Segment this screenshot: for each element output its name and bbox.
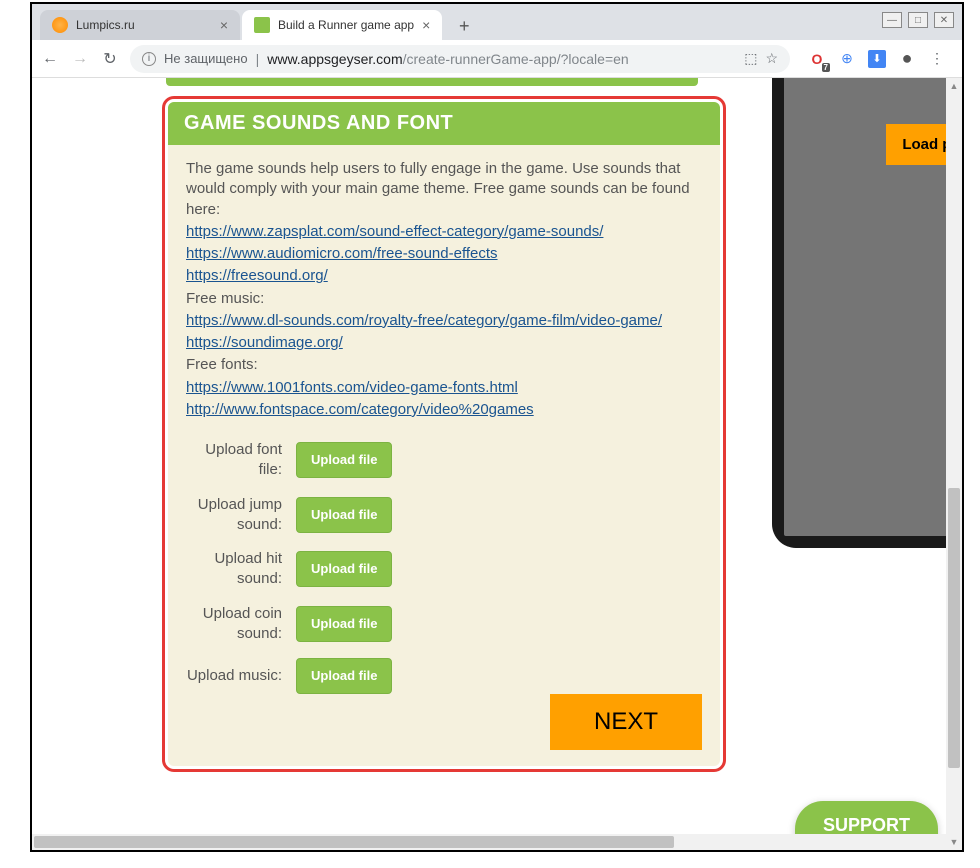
minimize-button[interactable]: —: [882, 12, 902, 28]
favicon-icon: [254, 17, 270, 33]
next-button[interactable]: NEXT: [550, 694, 702, 750]
browser-window: — □ ✕ Lumpics.ru × Build a Runner game a…: [30, 2, 964, 852]
upload-music-label: Upload music:: [186, 666, 296, 686]
hscroll-thumb[interactable]: [34, 836, 674, 848]
close-tab-icon[interactable]: ×: [414, 17, 430, 33]
label-free-music: Free music:: [186, 289, 702, 309]
globe-ext-icon[interactable]: ⊕: [838, 50, 856, 68]
tab-label: Lumpics.ru: [76, 18, 135, 32]
intro-text: The game sounds help users to fully enga…: [186, 159, 702, 220]
upload-coin-label: Upload coin sound:: [186, 604, 296, 645]
bookmark-star-icon[interactable]: ☆: [765, 50, 778, 67]
link-audiomicro[interactable]: https://www.audiomicro.com/free-sound-ef…: [186, 245, 498, 262]
url-field[interactable]: i Не защищено | www.appsgeyser.com/creat…: [130, 45, 790, 73]
maximize-button[interactable]: □: [908, 12, 928, 28]
upload-font-label: Upload font file:: [186, 440, 296, 481]
card-panel: GAME SOUNDS AND FONT The game sounds hel…: [168, 102, 720, 766]
link-fontspace[interactable]: http://www.fontspace.com/category/video%…: [186, 401, 534, 418]
upload-hit-label: Upload hit sound:: [186, 549, 296, 590]
scroll-up-icon[interactable]: ▲: [946, 78, 962, 94]
upload-jump-button[interactable]: Upload file: [296, 497, 392, 533]
upload-music-button[interactable]: Upload file: [296, 658, 392, 694]
link-1001fonts[interactable]: https://www.1001fonts.com/video-game-fon…: [186, 379, 518, 396]
phone-preview-area: Load prev: [762, 78, 962, 588]
page-content: Load prev GAME SOUNDS AND FONT The game …: [32, 78, 962, 850]
tab-appsgeyser[interactable]: Build a Runner game app ×: [242, 10, 442, 40]
upload-jump-label: Upload jump sound:: [186, 495, 296, 536]
close-window-button[interactable]: ✕: [934, 12, 954, 28]
avatar-icon[interactable]: ●: [898, 50, 916, 68]
link-freesound[interactable]: https://freesound.org/: [186, 267, 328, 284]
window-controls: — □ ✕: [882, 12, 954, 28]
card-title: GAME SOUNDS AND FONT: [168, 102, 720, 145]
site-info-icon[interactable]: i: [142, 52, 156, 66]
scroll-thumb[interactable]: [948, 488, 960, 768]
extension-icons: O7 ⊕ ⬇ ● ⋮: [800, 50, 954, 68]
horizontal-scrollbar[interactable]: [32, 834, 946, 850]
forward-button[interactable]: →: [70, 49, 90, 69]
tab-label: Build a Runner game app: [278, 18, 414, 32]
label-free-fonts: Free fonts:: [186, 355, 702, 375]
favicon-icon: [52, 17, 68, 33]
vertical-scrollbar[interactable]: ▲ ▼: [946, 78, 962, 850]
link-zapsplat[interactable]: https://www.zapsplat.com/sound-effect-ca…: [186, 223, 603, 240]
link-soundimage[interactable]: https://soundimage.org/: [186, 334, 343, 351]
card-body: The game sounds help users to fully enga…: [168, 145, 720, 708]
back-button[interactable]: ←: [40, 49, 60, 69]
download-ext-icon[interactable]: ⬇: [868, 50, 886, 68]
menu-icon[interactable]: ⋮: [928, 50, 946, 68]
scroll-down-icon[interactable]: ▼: [946, 834, 962, 850]
url-text: www.appsgeyser.com/create-runnerGame-app…: [267, 51, 628, 67]
upload-font-button[interactable]: Upload file: [296, 442, 392, 478]
tab-lumpics[interactable]: Lumpics.ru ×: [40, 10, 240, 40]
upload-coin-button[interactable]: Upload file: [296, 606, 392, 642]
phone-frame: Load prev: [772, 78, 962, 548]
upload-hit-button[interactable]: Upload file: [296, 551, 392, 587]
link-dlsounds[interactable]: https://www.dl-sounds.com/royalty-free/c…: [186, 312, 662, 329]
translate-icon[interactable]: ⬚: [744, 50, 757, 67]
opera-ext-icon[interactable]: O7: [808, 50, 826, 68]
reload-button[interactable]: ↻: [100, 49, 120, 69]
address-bar: ← → ↻ i Не защищено | www.appsgeyser.com…: [32, 40, 962, 78]
highlighted-card: GAME SOUNDS AND FONT The game sounds hel…: [162, 96, 726, 772]
security-warning: Не защищено: [164, 51, 248, 66]
close-tab-icon[interactable]: ×: [212, 17, 228, 33]
tab-bar: Lumpics.ru × Build a Runner game app × +: [32, 4, 962, 40]
new-tab-button[interactable]: +: [450, 12, 478, 40]
progress-strip: [166, 78, 698, 86]
phone-screen: Load prev: [784, 78, 962, 536]
